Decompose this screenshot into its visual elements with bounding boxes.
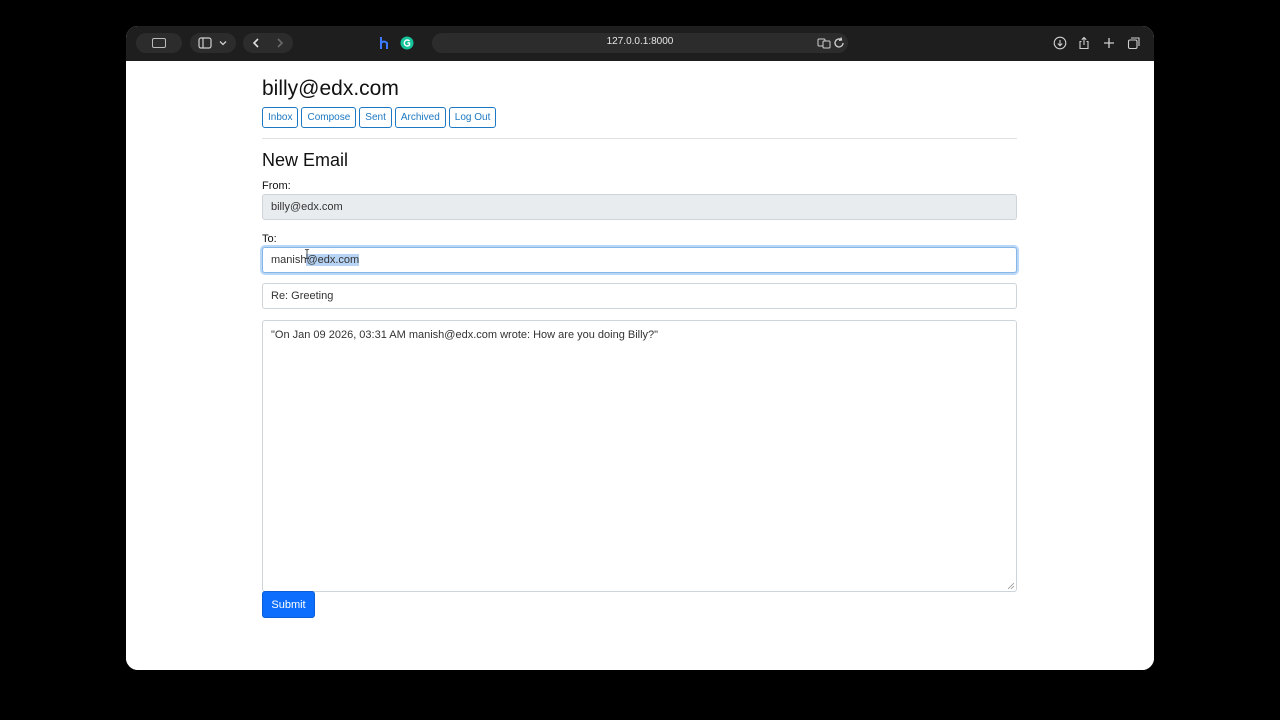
url-text: 127.0.0.1:8000	[606, 36, 674, 47]
resize-handle-icon[interactable]	[1008, 583, 1014, 589]
archived-button[interactable]: Archived	[394, 107, 446, 128]
tab-group-button[interactable]	[136, 33, 182, 53]
body-textarea[interactable]: "On Jan 09 2026, 03:31 AM manish@edx.com…	[262, 320, 1017, 592]
from-field: billy@edx.com	[262, 194, 1017, 220]
compose-button[interactable]: Compose	[301, 107, 357, 128]
text-cursor-icon	[304, 249, 310, 259]
mail-nav: Inbox Compose Sent Archived Log Out	[262, 107, 497, 128]
download-icon[interactable]	[1052, 35, 1068, 51]
share-icon[interactable]	[1076, 35, 1092, 51]
user-email-heading: billy@edx.com	[262, 77, 399, 100]
subject-field[interactable]: Re: Greeting	[262, 283, 1017, 309]
to-label: To:	[262, 233, 277, 245]
tab-overview-icon	[152, 38, 166, 48]
body-text: "On Jan 09 2026, 03:31 AM manish@edx.com…	[271, 329, 659, 341]
forward-arrow-icon[interactable]	[274, 37, 286, 49]
sidebar-toggle-button[interactable]	[190, 33, 236, 53]
tab-overview-icon[interactable]	[1126, 35, 1142, 51]
history-nav-group	[243, 33, 293, 53]
new-tab-icon[interactable]	[1101, 35, 1117, 51]
reload-icon[interactable]	[831, 35, 847, 51]
compose-title: New Email	[262, 150, 349, 170]
to-field-selected-text: @edx.com	[306, 254, 360, 266]
from-label: From:	[262, 180, 291, 192]
extension-h-icon[interactable]	[376, 35, 392, 51]
back-arrow-icon[interactable]	[250, 37, 262, 49]
submit-button[interactable]: Submit	[262, 591, 315, 618]
browser-toolbar: 127.0.0.1:8000	[126, 26, 1154, 61]
chevron-down-icon	[219, 41, 227, 46]
logout-button[interactable]: Log Out	[448, 107, 497, 128]
browser-window: 127.0.0.1:8000 billy@edx.com Inbox Compo…	[126, 26, 1154, 670]
to-field-text: manish	[271, 254, 307, 266]
inbox-button[interactable]: Inbox	[262, 107, 299, 128]
address-bar[interactable]: 127.0.0.1:8000	[432, 33, 848, 53]
translate-icon[interactable]	[816, 35, 832, 51]
sent-button[interactable]: Sent	[359, 107, 392, 128]
sidebar-icon	[198, 37, 212, 49]
header-divider	[262, 138, 1017, 139]
to-field[interactable]: manish@edx.com	[262, 247, 1017, 273]
grammarly-icon[interactable]	[399, 35, 415, 51]
mail-page: billy@edx.com Inbox Compose Sent Archive…	[126, 61, 1154, 670]
